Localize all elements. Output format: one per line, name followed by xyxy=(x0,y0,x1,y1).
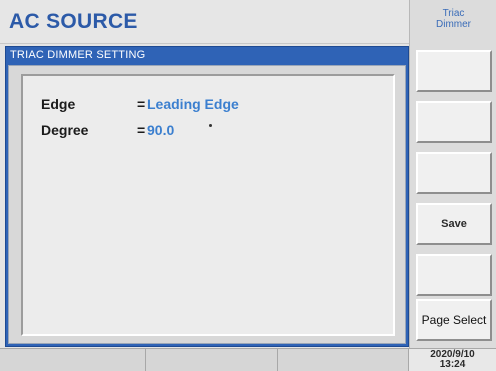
save-button[interactable]: Save xyxy=(416,203,492,245)
softkey-1[interactable] xyxy=(416,50,492,92)
cursor-dot-icon xyxy=(209,124,212,127)
status-cell-3 xyxy=(278,349,409,371)
mode-title-line2: Dimmer xyxy=(436,19,471,30)
mode-title: Triac Dimmer xyxy=(410,2,496,44)
param-row-degree[interactable]: Degree = 90.0 xyxy=(41,122,381,140)
param-label: Degree xyxy=(41,122,89,138)
parameter-list: Edge = Leading Edge Degree = 90.0 xyxy=(21,74,395,336)
time-text: 13:24 xyxy=(439,359,466,370)
param-equals: = xyxy=(137,96,146,112)
status-cell-1 xyxy=(0,349,146,371)
param-value-degree[interactable]: 90.0 xyxy=(147,122,174,138)
panel-body: Edge = Leading Edge Degree = 90.0 xyxy=(8,65,406,344)
softkey-5[interactable] xyxy=(416,254,492,296)
app-title: AC SOURCE xyxy=(9,10,138,33)
datetime-display: 2020/9/10 13:24 xyxy=(409,348,496,371)
softkey-3[interactable] xyxy=(416,152,492,194)
param-row-edge[interactable]: Edge = Leading Edge xyxy=(41,96,381,114)
settings-panel: TRIAC DIMMER SETTING Edge = Leading Edge… xyxy=(5,46,409,347)
mode-title-line1: Triac xyxy=(442,8,465,19)
header-bar: AC SOURCE xyxy=(0,0,409,44)
app-window: AC SOURCE TRIAC DIMMER SETTING Edge = Le… xyxy=(0,0,496,371)
page-select-button[interactable]: Page Select xyxy=(416,299,492,341)
param-equals: = xyxy=(137,122,146,138)
param-value-edge[interactable]: Leading Edge xyxy=(147,96,239,112)
softkey-column: Triac Dimmer Save Page Select xyxy=(409,0,496,371)
panel-title: TRIAC DIMMER SETTING xyxy=(10,49,146,61)
status-cell-2 xyxy=(146,349,278,371)
param-label: Edge xyxy=(41,96,76,112)
status-bar xyxy=(0,348,409,371)
softkey-2[interactable] xyxy=(416,101,492,143)
